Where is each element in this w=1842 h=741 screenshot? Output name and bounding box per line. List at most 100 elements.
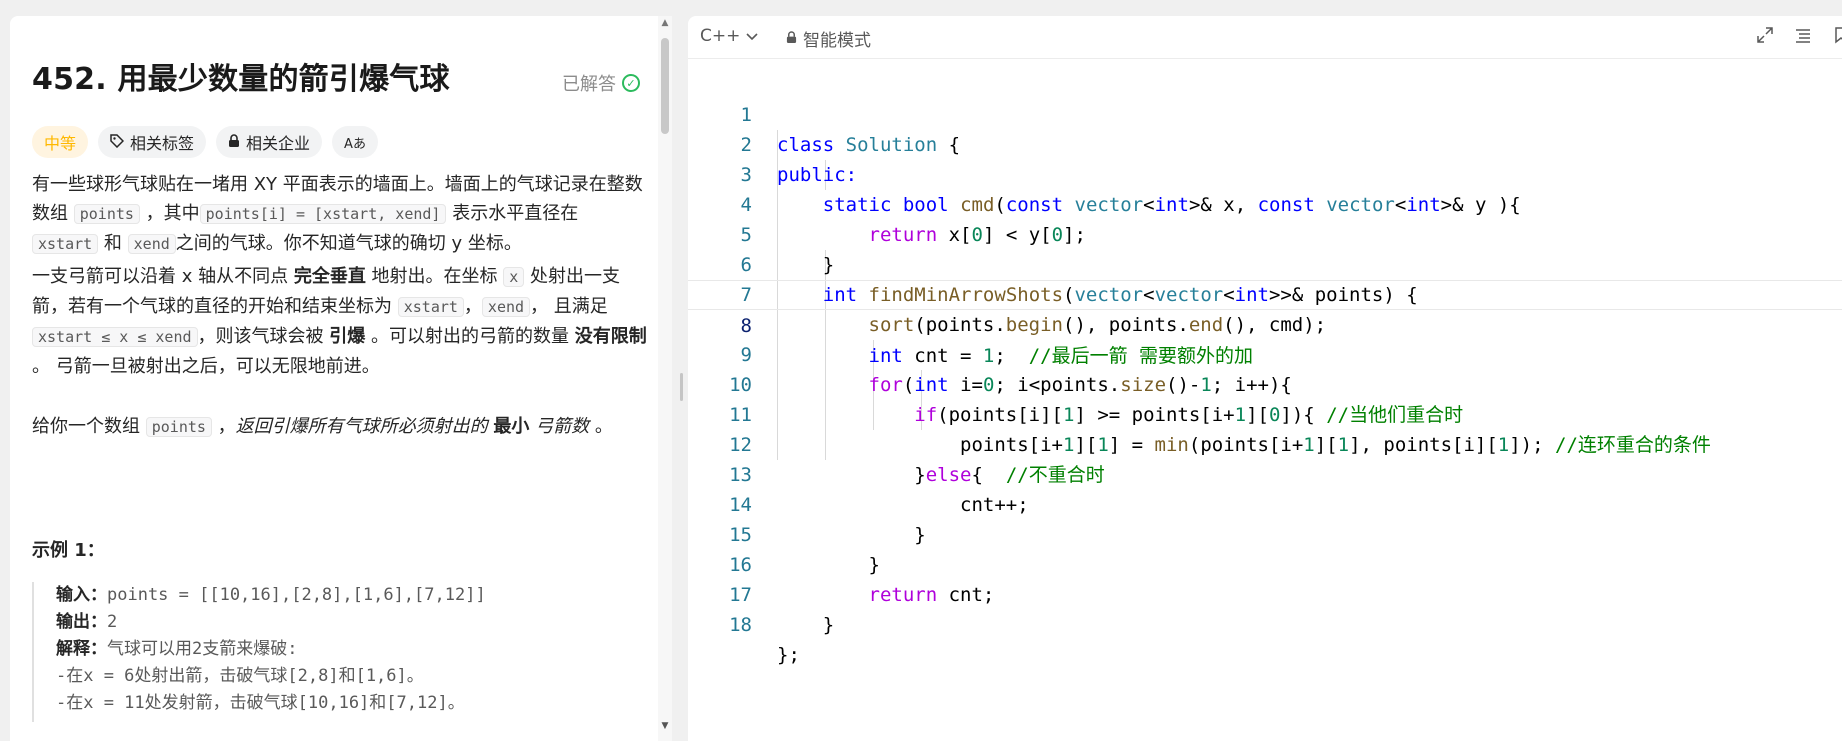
language-label: C++ <box>700 26 741 46</box>
code-line-current: 8 int cnt = 1; //最后一箭 需要额外的加 <box>688 280 1842 367</box>
scroll-thumb[interactable] <box>661 38 669 134</box>
output-value: 2 <box>107 612 118 632</box>
code-line: 11 points[i+1][1] = min(points[i+1][1], … <box>688 370 1842 456</box>
code-line: 7 sort(points.begin(), points.end(), cmd… <box>688 250 1842 336</box>
related-tags-label: 相关标签 <box>130 134 195 153</box>
desc-bold: 没有限制 <box>574 326 647 347</box>
desc-text: 之间的气球。你不知道气球的确切 y 坐标。 <box>175 233 522 254</box>
difficulty-badge: 中等 <box>32 126 89 158</box>
desc-italic: 返回引爆所有气球所必须射出的 <box>235 416 494 437</box>
explain-line-2: -在x = 11处发射箭，击破气球[10,16]和[7,12]。 <box>56 693 465 713</box>
code-line: 15 } <box>688 490 1842 576</box>
code-line: 10 if(points[i][1] >= points[i+1][0]){ /… <box>688 340 1842 426</box>
related-companies-button[interactable]: 相关企业 <box>216 126 323 158</box>
solved-label: 已解答 <box>562 74 616 95</box>
description-paragraph-3: 给你一个数组 points ，返回引爆所有气球所必须射出的 最小 弓箭数 。 <box>32 412 648 442</box>
code-line: 6 int findMinArrowShots(vector<vector<in… <box>688 220 1842 306</box>
desc-text: 表示水平直径在 <box>446 203 579 224</box>
input-label: 输入： <box>56 585 107 605</box>
tag-icon <box>110 133 125 152</box>
check-circle-icon: ✓ <box>622 74 640 92</box>
inline-code: x <box>503 267 525 287</box>
example-input: 输入：points = [[10,16],[2,8],[1,6],[7,12]] <box>56 582 656 609</box>
inline-code: xstart ≤ x ≤ xend <box>32 327 198 347</box>
inline-code: xend <box>481 297 531 317</box>
problem-description-panel: 452. 用最少数量的箭引爆气球 已解答 ✓ 中等 相关标签 相关企业 Aあ 有… <box>10 16 672 741</box>
code-line: 5 } <box>688 190 1842 276</box>
description-scrollbar[interactable]: ▲ ▼ <box>658 16 672 741</box>
code-line: 1 class Solution { <box>688 70 1842 156</box>
solved-status: 已解答 ✓ <box>562 70 640 96</box>
code-line: 4 return x[0] < y[0]; <box>688 160 1842 246</box>
inline-code: points <box>145 417 212 437</box>
code-editor[interactable]: 1 class Solution { 2 public: 3 static bo… <box>688 70 1842 730</box>
smart-mode-label: 智能模式 <box>803 31 871 51</box>
lock-icon <box>786 29 797 49</box>
desc-text: 和 <box>98 233 128 254</box>
chevron-down-icon <box>746 26 758 46</box>
code-line: 3 static bool cmd(const vector<int>& x, … <box>688 130 1842 216</box>
desc-bold: 完全垂直 <box>293 266 366 287</box>
related-companies-label: 相关企业 <box>246 134 311 153</box>
code-text: }; <box>777 644 800 666</box>
inline-code: xstart <box>397 297 464 317</box>
top-strip <box>0 0 1842 16</box>
explain-label: 解释： <box>56 639 107 659</box>
description-paragraph-2: 一支弓箭可以沿着 x 轴从不同点 完全垂直 地射出。在坐标 x 处射出一支箭，若… <box>32 262 648 381</box>
example-output: 输出：2 <box>56 609 656 636</box>
desc-text: 给你一个数组 <box>32 416 146 437</box>
desc-text: 。可以射出的弓箭的数量 <box>365 326 575 347</box>
desc-text: ， <box>463 296 482 317</box>
desc-text: ，则该气球会被 <box>197 326 330 347</box>
translate-button[interactable]: Aあ <box>332 126 378 158</box>
code-line: 16 return cnt; <box>688 520 1842 606</box>
scroll-down-arrow-icon[interactable]: ▼ <box>660 721 670 731</box>
output-label: 输出： <box>56 612 107 632</box>
example-explain: 解释：气球可以用2支箭来爆破: <box>56 636 656 663</box>
smart-mode-toggle[interactable]: 智能模式 <box>786 26 871 51</box>
example-block: 输入：points = [[10,16],[2,8],[1,6],[7,12]]… <box>32 582 656 722</box>
inline-code: xstart <box>32 234 99 254</box>
desc-text: 一支弓箭可以沿着 x 轴从不同点 <box>32 266 294 287</box>
translate-icon: Aあ <box>344 136 366 152</box>
code-line: 18 }; <box>688 580 1842 666</box>
desc-bold: 引爆 <box>329 326 366 347</box>
code-line: 9 for(int i=0; i<points.size()-1; i++){ <box>688 310 1842 396</box>
problem-tags: 中等 相关标签 相关企业 Aあ <box>32 126 378 158</box>
desc-text: 。 <box>589 416 613 437</box>
desc-text: ， <box>211 416 236 437</box>
code-text: } <box>822 614 835 636</box>
problem-title: 452. 用最少数量的箭引爆气球 <box>32 62 450 97</box>
panel-splitter[interactable] <box>678 16 686 741</box>
desc-bold: 最小 <box>493 416 530 437</box>
inline-code: points <box>73 204 140 224</box>
code-editor-panel: C++ 智能模式 1 class Solution {2 public: 3 … <box>688 16 1842 741</box>
code-line: 12 }else{ //不重合时 <box>688 400 1842 486</box>
desc-italic: 弓箭数 <box>529 416 590 437</box>
desc-text: ，其中 <box>139 203 200 224</box>
code-line: 13 cnt++; <box>688 430 1842 516</box>
description-paragraph-1: 有一些球形气球贴在一堵用 XY 平面表示的墙面上。墙面上的气球记录在整数数组 p… <box>32 170 648 259</box>
code-line: 14 } <box>688 460 1842 546</box>
code-line: 17 } <box>688 550 1842 636</box>
example-title: 示例 1： <box>32 540 105 561</box>
input-value: points = [[10,16],[2,8],[1,6],[7,12]] <box>107 585 486 605</box>
desc-text: 。 弓箭一旦被射出之后，可以无限地前进。 <box>32 356 380 377</box>
bookmark-icon[interactable] <box>1832 26 1842 49</box>
expand-icon[interactable] <box>1756 26 1774 49</box>
lock-icon <box>228 133 240 152</box>
language-select[interactable]: C++ <box>700 26 758 46</box>
explain-value: 气球可以用2支箭来爆破: <box>107 639 298 659</box>
splitter-grip[interactable] <box>680 373 683 401</box>
editor-toolbar: C++ 智能模式 <box>688 16 1842 59</box>
related-tags-button[interactable]: 相关标签 <box>98 126 207 158</box>
explain-line-1: -在x = 6处射出箭，击破气球[2,8]和[1,6]。 <box>56 666 424 686</box>
code-line: 2 public: <box>688 100 1842 186</box>
inline-code: points[i] = [xstart, xend] <box>199 204 447 224</box>
inline-code: xend <box>127 234 176 254</box>
desc-text: 地射出。在坐标 <box>365 266 504 287</box>
format-icon[interactable] <box>1794 26 1812 49</box>
scroll-up-arrow-icon[interactable]: ▲ <box>660 18 670 28</box>
desc-text: ， 且满足 <box>530 296 608 317</box>
line-number: 18 <box>729 614 752 636</box>
